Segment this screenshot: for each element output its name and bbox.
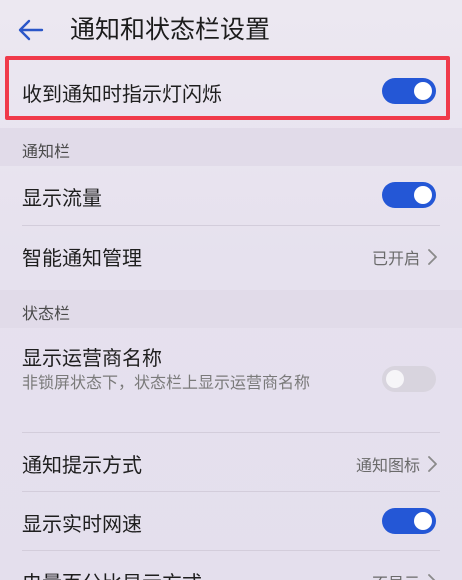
show-traffic-toggle[interactable] [382, 182, 436, 208]
value-text: 通知图标 [355, 456, 420, 475]
app-header: 通知和状态栏设置 [0, 0, 462, 62]
chevron-right-icon [426, 455, 438, 473]
show-speed-toggle[interactable] [382, 508, 436, 534]
toggle-knob [386, 370, 404, 388]
section-header-notification-bar: 通知栏 [0, 128, 462, 166]
value-text: 不显示 [372, 570, 420, 580]
setting-label: 电量百分比显示方式 [22, 567, 202, 580]
setting-label: 显示流量 [22, 186, 102, 210]
toggle-knob [414, 512, 432, 530]
setting-label: 通知提示方式 [22, 453, 142, 477]
setting-label: 显示实时网速 [22, 512, 142, 536]
setting-row-show-carrier[interactable]: 显示运营商名称 非锁屏状态下，状态栏上显示运营商名称 [0, 328, 462, 432]
toggle-knob [414, 186, 432, 204]
setting-label: 智能通知管理 [22, 246, 142, 270]
setting-row-smart-notify[interactable]: 智能通知管理 已开启 [0, 226, 462, 284]
setting-label: 显示运营商名称 [22, 346, 162, 370]
highlight-annotation [5, 56, 450, 120]
setting-row-notify-style[interactable]: 通知提示方式 通知图标 [0, 433, 462, 491]
chevron-right-icon [426, 573, 438, 580]
value-text: 已开启 [371, 249, 420, 268]
setting-value: 已开启 [372, 245, 438, 269]
section-label: 状态栏 [22, 304, 71, 323]
chevron-right-icon [426, 248, 438, 266]
back-arrow-icon [18, 19, 44, 41]
setting-row-show-traffic[interactable]: 显示流量 [0, 166, 462, 224]
setting-row-battery-percent[interactable]: 电量百分比显示方式 不显示 [0, 551, 462, 580]
setting-row-show-speed[interactable]: 显示实时网速 [0, 492, 462, 550]
settings-screen: 通知和状态栏设置 收到通知时指示灯闪烁 通知栏 显示流量 智能通知管理 已开启 … [0, 0, 462, 580]
setting-value: 通知图标 [356, 452, 438, 476]
section-header-status-bar: 状态栏 [0, 290, 462, 328]
section-label: 通知栏 [22, 142, 71, 161]
setting-description: 非锁屏状态下，状态栏上显示运营商名称 [22, 373, 311, 392]
back-button[interactable] [14, 14, 48, 46]
page-title: 通知和状态栏设置 [70, 15, 271, 44]
setting-value: 不显示 [372, 570, 438, 580]
show-carrier-toggle[interactable] [382, 366, 436, 392]
